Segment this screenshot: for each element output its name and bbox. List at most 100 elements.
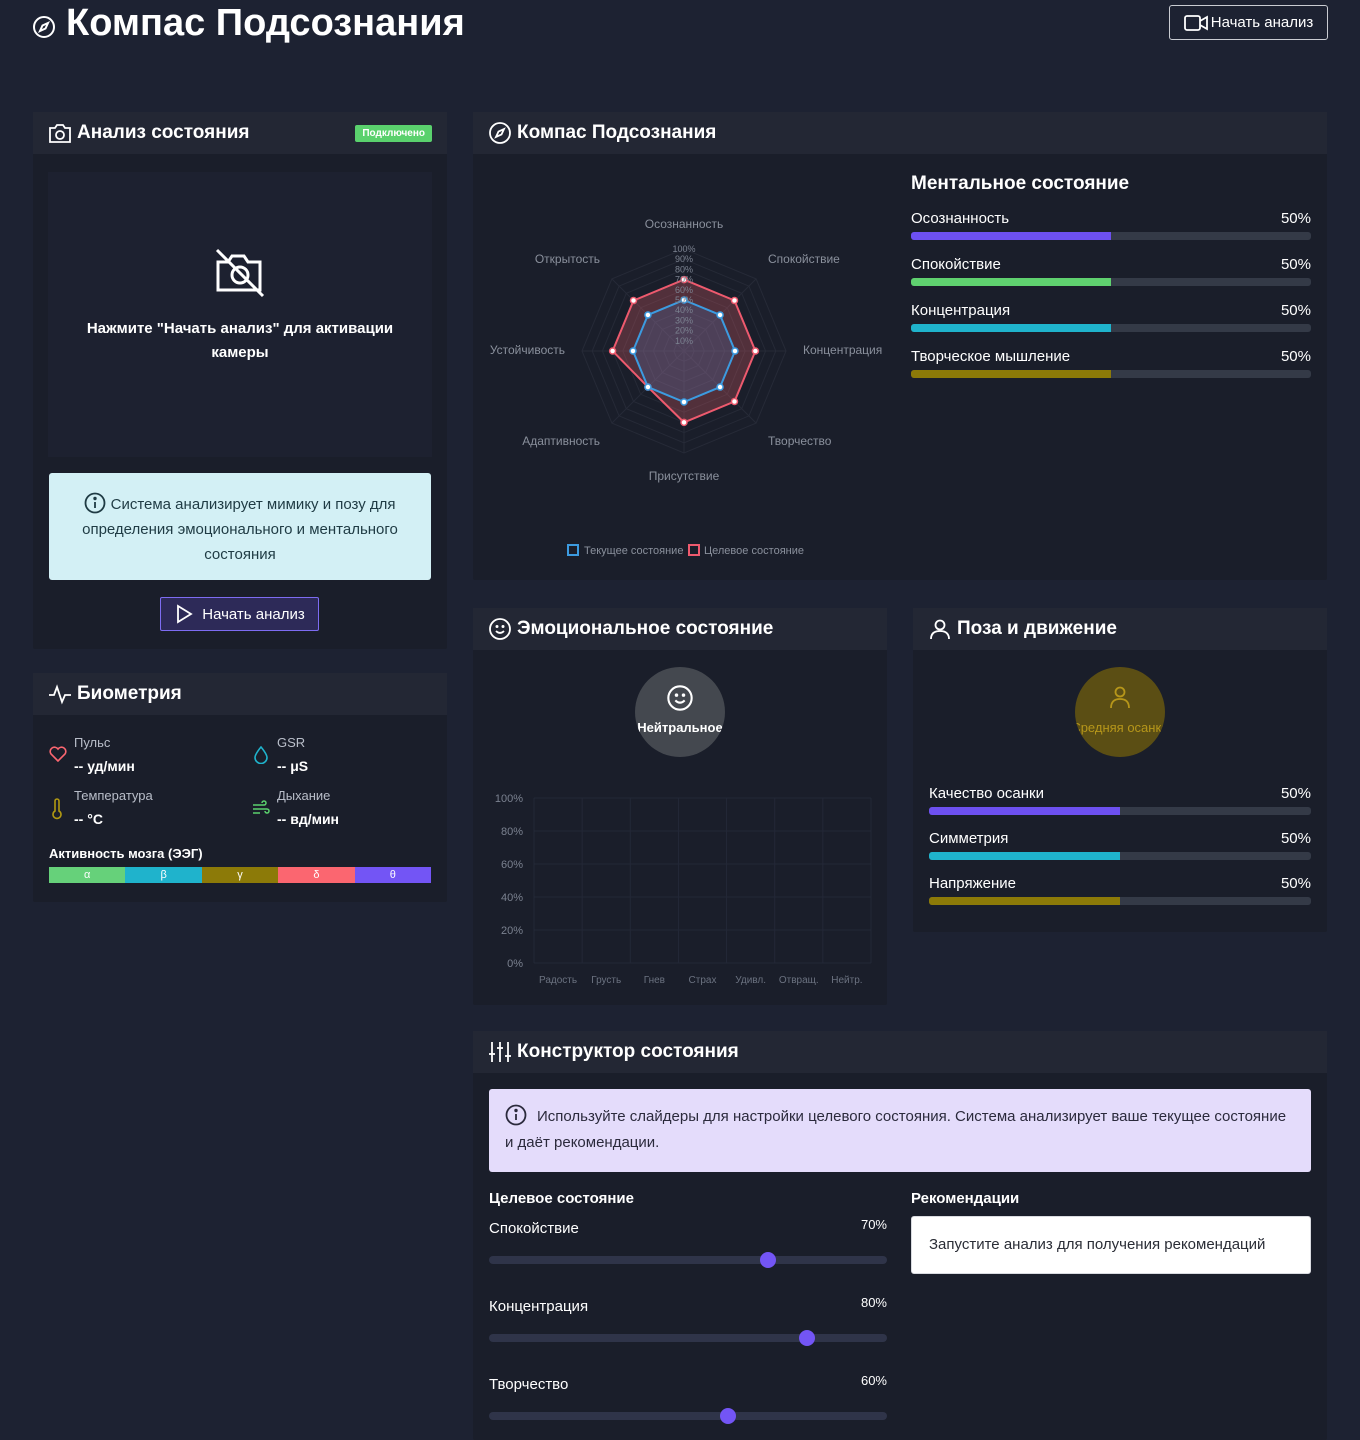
gsr-label: GSR <box>277 735 306 750</box>
slider-track-3[interactable] <box>489 1412 887 1420</box>
posture-card-header: Поза и движение <box>913 608 1327 650</box>
compass-card: Компас Подсознания 100% 90% 80% 70% 60% 50% 40… <box>473 112 1327 580</box>
slider-thumb-2[interactable] <box>799 1330 816 1346</box>
legend-current-swatch <box>567 544 579 556</box>
posture-metric-bar-fill <box>929 807 1120 815</box>
emotion-category-label: Страх <box>689 975 717 986</box>
radar-tick-label: 90% <box>675 254 693 264</box>
header-start-button[interactable]: Начать анализ <box>1169 5 1328 40</box>
eeg-bands: α β γ δ θ <box>49 867 432 883</box>
mental-label: Спокойствие <box>911 256 1001 273</box>
emotion-bar-chart: 100% 80% 60% 40% 20% 0% Радость Грусть Гнев Страх… <box>495 793 872 986</box>
slider-thumb-3[interactable] <box>719 1408 736 1424</box>
emotion-card-header: Эмоциональное состояние <box>473 608 887 650</box>
emotion-category-label: Гнев <box>644 975 665 986</box>
recommendations-text: Запустите анализ для получения рекоменда… <box>929 1236 1266 1253</box>
radar-current-point <box>716 311 724 319</box>
compass-card-header: Компас Подсознания <box>473 112 1327 154</box>
constructor-card-header: Конструктор состояния <box>473 1031 1327 1073</box>
radar-axis-label: Концентрация <box>803 343 882 357</box>
radar-current-point <box>629 347 637 355</box>
posture-metric-value: 50% <box>1280 875 1311 892</box>
posture-metric-bar-fill <box>929 852 1120 860</box>
slider-value: 80% <box>860 1295 887 1310</box>
slider-track-2[interactable] <box>489 1334 887 1342</box>
posture-card-title: Поза и движение <box>957 618 1117 639</box>
radar-current-point <box>644 383 652 391</box>
status-badge: Подключено <box>355 124 432 142</box>
biometrics-card: Биометрия Пульс -- уд/мин GSR -- μS Темп… <box>33 673 447 902</box>
radar-target-point <box>751 347 760 355</box>
radar-current-point <box>716 383 724 391</box>
video-icon <box>1183 14 1208 31</box>
pulse-icon <box>49 684 71 705</box>
mental-bar-fill <box>911 278 1111 286</box>
mental-bar <box>911 324 1311 332</box>
eeg-band-gamma: γ <box>201 867 279 883</box>
legend-target-label: Целевое состояние <box>704 545 804 557</box>
slider-track-1[interactable] <box>489 1256 887 1264</box>
posture-current-label: Средняя осанка <box>1075 720 1165 735</box>
emotion-y-tick: 80% <box>501 826 523 838</box>
header-start-label: Начать анализ <box>1210 14 1314 31</box>
compass-icon <box>33 16 55 38</box>
info-icon <box>85 492 106 514</box>
posture-metric-label: Симметрия <box>929 830 1009 847</box>
radar-axis-label: Присутствие <box>649 469 720 483</box>
radar-current-point <box>731 347 739 355</box>
temperature-value: -- °C <box>74 811 103 827</box>
wind-icon <box>253 800 270 814</box>
emotion-y-tick: 20% <box>501 925 523 937</box>
heart-icon <box>49 746 67 762</box>
radar-tick-label: 70% <box>675 275 693 285</box>
mental-bar-fill <box>911 370 1111 378</box>
eeg-band-alpha: α <box>49 867 126 883</box>
emotion-card: Эмоциональное состояние Нейтральное 100%… <box>473 608 887 1005</box>
posture-metric-label: Качество осанки <box>929 785 1044 802</box>
pulse-value: -- уд/мин <box>74 758 135 774</box>
radar-current-point <box>680 398 688 406</box>
camera-card: Анализ состояния Подключено Нажмите "Нач… <box>33 112 447 649</box>
radar-tick-label: 50% <box>675 295 693 305</box>
eeg-band-theta: θ <box>354 867 432 883</box>
camera-card-title: Анализ состояния <box>77 122 250 143</box>
thermometer-icon <box>52 798 62 820</box>
eeg-band-delta: δ <box>278 867 355 883</box>
camera-info-box: Система анализирует мимику и позу для оп… <box>49 473 431 580</box>
emotion-category-label: Грусть <box>591 975 621 986</box>
mental-value: 50% <box>1280 210 1311 227</box>
posture-metric-bar <box>929 807 1311 815</box>
slider-thumb-1[interactable] <box>759 1252 776 1268</box>
mental-label: Творческое мышление <box>911 348 1071 365</box>
mental-bar <box>911 278 1311 286</box>
legend-target-swatch <box>688 544 700 556</box>
slider-label: Спокойствие <box>489 1220 579 1237</box>
camera-view[interactable]: Нажмите "Начать анализ" для активации ка… <box>48 172 432 457</box>
page-title: Компас Подсознания <box>66 2 465 44</box>
posture-metric-label: Напряжение <box>929 875 1016 892</box>
posture-metric-bar-fill <box>929 897 1120 905</box>
emotion-y-tick: 0% <box>507 958 523 970</box>
camera-start-button[interactable]: Начать анализ <box>160 597 319 631</box>
constructor-info-box: Используйте слайдеры для настройки целев… <box>489 1089 1311 1172</box>
recommendations-box: Запустите анализ для получения рекоменда… <box>911 1216 1311 1274</box>
radar-chart: 100%90%80%70%60%50%40%30%20%10% Осознанно… <box>490 217 882 557</box>
eeg-band-beta: β <box>125 867 202 883</box>
breathing-value: -- вд/мин <box>277 811 340 827</box>
radar-target-point <box>730 397 739 406</box>
camera-card-header: Анализ состояния Подключено <box>33 112 447 154</box>
sliders-icon <box>489 1042 511 1062</box>
posture-indicator: Средняя осанка <box>1075 667 1165 757</box>
emotion-y-tick: 100% <box>495 793 523 805</box>
emotion-y-tick: 60% <box>501 859 523 871</box>
eeg-title: Активность мозга (ЭЭГ) <box>49 846 203 861</box>
radar-target-point <box>608 347 617 355</box>
smile-icon <box>667 685 693 711</box>
constructor-info-text: Используйте слайдеры для настройки целев… <box>505 1108 1287 1151</box>
radar-tick-label: 80% <box>675 264 693 274</box>
emotion-indicator: Нейтральное <box>635 667 725 757</box>
radar-current-point <box>644 311 652 319</box>
radar-tick-label: 10% <box>675 336 693 346</box>
posture-metric-bar <box>929 897 1311 905</box>
mental-label: Осознанность <box>911 210 1010 227</box>
